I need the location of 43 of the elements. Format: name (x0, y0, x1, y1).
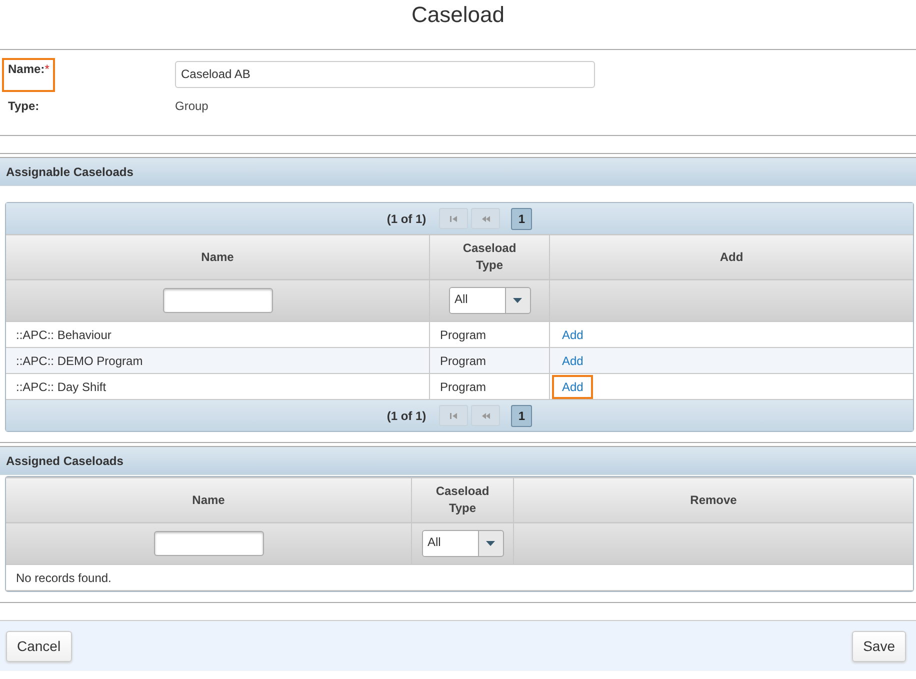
column-header: Remove (514, 478, 913, 522)
table-cell: ::APC:: DEMO Program (6, 348, 430, 374)
action-button[interactable]: Save (852, 630, 906, 662)
page-title: Caseload (0, 0, 916, 50)
add-link[interactable]: Add (552, 348, 594, 372)
type-filter-dropdown[interactable]: All (448, 287, 530, 314)
previous-page-button[interactable] (471, 208, 500, 229)
field-value: Group (175, 99, 208, 113)
add-link[interactable]: Add (552, 374, 594, 398)
section-header: Assigned Caseloads (0, 446, 916, 475)
table-cell: Program (430, 348, 550, 374)
name-filter-field[interactable] (154, 531, 264, 556)
section-header: Assignable Caseloads (0, 157, 916, 186)
table-cell: ::APC:: Day Shift (6, 374, 430, 400)
table-cell: Program (430, 374, 550, 400)
field-label: Name:* (2, 58, 56, 92)
column-header: Add (550, 234, 913, 280)
page-number-button[interactable]: 1 (511, 404, 532, 426)
page-status: (1 of 1) (386, 212, 426, 226)
column-header: Name (6, 478, 412, 522)
page-status: (1 of 1) (386, 408, 426, 422)
table-cell: ::APC:: Behaviour (6, 322, 430, 348)
add-link[interactable]: Add (552, 322, 594, 346)
action-button[interactable]: Cancel (6, 630, 72, 662)
column-header: Caseload Type (430, 234, 550, 280)
rewind-icon (480, 214, 491, 222)
column-header: Caseload Type (412, 478, 514, 522)
field-label: Type: (7, 98, 40, 115)
name-field[interactable]: Caseload AB (175, 60, 595, 88)
caret-icon (513, 298, 522, 303)
first-page-button[interactable] (439, 405, 468, 426)
name-filter-field[interactable] (162, 288, 272, 313)
first-page-icon (448, 412, 459, 420)
previous-page-button[interactable] (471, 405, 500, 426)
first-page-icon (448, 214, 459, 222)
empty-message: No records found. (6, 564, 913, 590)
column-header: Name (6, 234, 430, 280)
table-cell: Program (430, 322, 550, 348)
type-filter-dropdown[interactable]: All (422, 530, 504, 557)
caret-icon (486, 541, 495, 546)
first-page-button[interactable] (439, 208, 468, 229)
rewind-icon (480, 412, 491, 420)
page-number-button[interactable]: 1 (511, 208, 532, 230)
